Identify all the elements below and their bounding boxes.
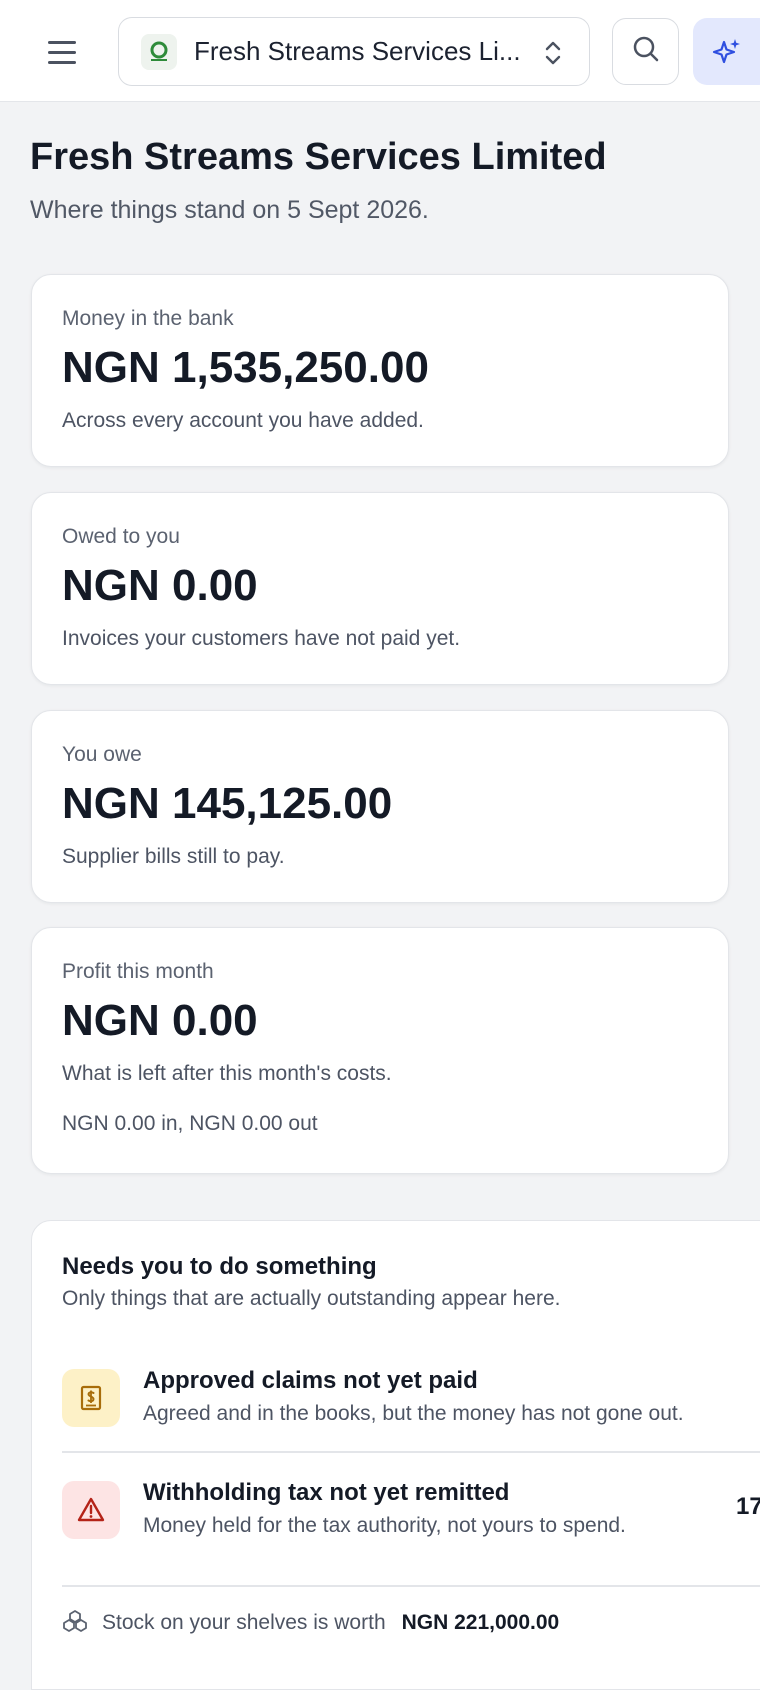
menu-button[interactable] bbox=[36, 30, 88, 74]
card-value: NGN 0.00 bbox=[62, 996, 258, 1045]
boxes-icon bbox=[62, 1608, 88, 1639]
bank-balance-card[interactable]: Money in the bank NGN 1,535,250.00 Acros… bbox=[31, 274, 729, 467]
card-description: Invoices your customers have not paid ye… bbox=[62, 627, 461, 650]
card-label: Money in the bank bbox=[62, 307, 234, 330]
card-label: Profit this month bbox=[62, 960, 214, 983]
search-button[interactable] bbox=[612, 18, 679, 85]
action-items-title: Needs you to do something bbox=[62, 1253, 377, 1280]
page-subtitle: Where things stand on 5 Sept 2026. bbox=[30, 196, 429, 224]
action-item-count: 174 bbox=[736, 1493, 760, 1520]
action-items-card: Needs you to do something Only things th… bbox=[31, 1220, 760, 1690]
stock-label: Stock on your shelves is worth bbox=[102, 1611, 386, 1634]
action-item-title: Approved claims not yet paid bbox=[143, 1367, 478, 1394]
card-label: Owed to you bbox=[62, 525, 180, 548]
top-bar: Fresh Streams Services Li... bbox=[0, 0, 760, 102]
org-name: Fresh Streams Services Li... bbox=[194, 36, 521, 66]
action-item-approved-claims[interactable]: Approved claims not yet paid Agreed and … bbox=[62, 1359, 760, 1439]
hamburger-icon bbox=[48, 40, 76, 44]
search-icon bbox=[631, 34, 661, 69]
card-description: Across every account you have added. bbox=[62, 409, 424, 432]
profit-card[interactable]: Profit this month NGN 0.00 What is left … bbox=[31, 927, 729, 1174]
action-item-withholding-tax[interactable]: Withholding tax not yet remitted Money h… bbox=[62, 1471, 760, 1551]
receipt-icon bbox=[62, 1369, 120, 1427]
action-item-description: Agreed and in the books, but the money h… bbox=[143, 1402, 684, 1425]
card-description: Supplier bills still to pay. bbox=[62, 845, 285, 868]
chevron-up-down-icon bbox=[543, 38, 563, 73]
page-title: Fresh Streams Services Limited bbox=[30, 136, 607, 178]
card-in-out-summary: NGN 0.00 in, NGN 0.00 out bbox=[62, 1112, 318, 1135]
card-label: You owe bbox=[62, 743, 142, 766]
card-value: NGN 0.00 bbox=[62, 561, 258, 610]
you-owe-card[interactable]: You owe NGN 145,125.00 Supplier bills st… bbox=[31, 710, 729, 903]
card-value: NGN 1,535,250.00 bbox=[62, 343, 429, 392]
action-item-title: Withholding tax not yet remitted bbox=[143, 1479, 510, 1506]
sparkles-icon bbox=[711, 36, 743, 73]
divider bbox=[62, 1451, 760, 1453]
action-items-subtitle: Only things that are actually outstandin… bbox=[62, 1287, 561, 1310]
card-description: What is left after this month's costs. bbox=[62, 1062, 392, 1085]
organization-switcher[interactable]: Fresh Streams Services Li... bbox=[118, 17, 590, 86]
stock-value-row[interactable]: Stock on your shelves is worth NGN 221,0… bbox=[62, 1603, 760, 1643]
action-item-description: Money held for the tax authority, not yo… bbox=[143, 1514, 626, 1537]
ai-assistant-button[interactable] bbox=[693, 18, 760, 85]
org-logo bbox=[141, 33, 177, 70]
owed-to-you-card[interactable]: Owed to you NGN 0.00 Invoices your custo… bbox=[31, 492, 729, 685]
divider bbox=[62, 1585, 760, 1587]
card-value: NGN 145,125.00 bbox=[62, 779, 393, 828]
warning-icon bbox=[62, 1481, 120, 1539]
stock-value: NGN 221,000.00 bbox=[401, 1611, 560, 1634]
